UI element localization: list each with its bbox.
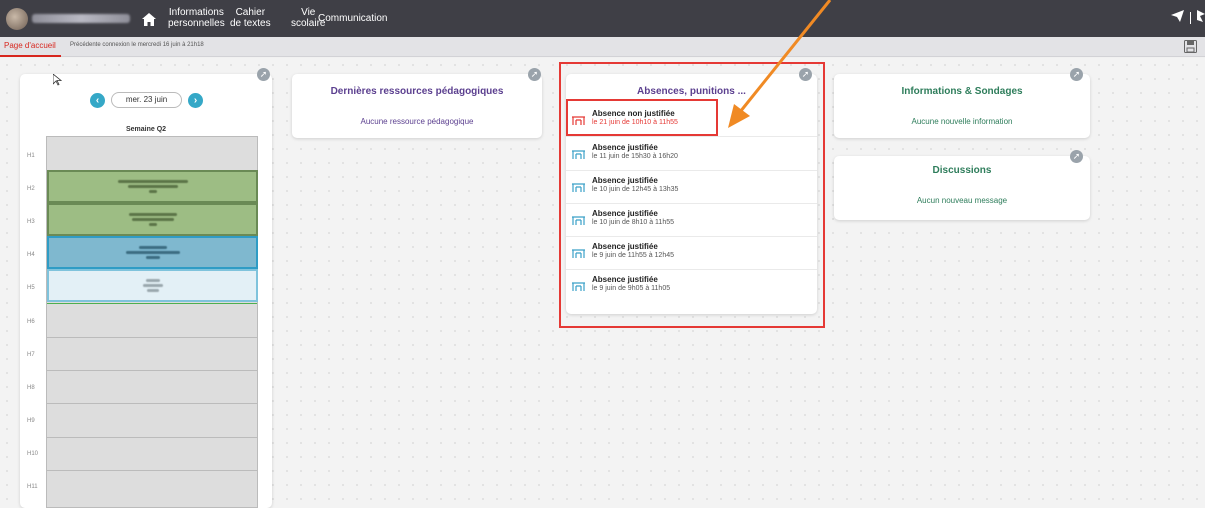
avatar bbox=[6, 7, 28, 30]
discussions-panel: ➚ Discussions Aucun nouveau message bbox=[834, 150, 1090, 220]
hour-label: H2 bbox=[27, 186, 35, 192]
informations-panel: ➚ Informations & Sondages Aucune nouvell… bbox=[834, 68, 1090, 138]
nav-cahier-de-textes[interactable]: Cahier de textes bbox=[230, 7, 271, 29]
highlight-unjustified-absence bbox=[566, 99, 718, 136]
informations-title: Informations & Sondages bbox=[901, 86, 1023, 97]
hour-label: H7 bbox=[27, 352, 35, 358]
top-right-tools bbox=[1171, 9, 1205, 27]
mouse-cursor-icon bbox=[53, 74, 62, 86]
nav-informations-personnelles[interactable]: Informations personnelles bbox=[168, 7, 225, 29]
resources-panel: ➚ Dernières ressources pédagogiques Aucu… bbox=[292, 68, 542, 138]
open-panel-icon[interactable]: ➚ bbox=[1070, 68, 1083, 81]
date-navigator: ‹ mer. 23 juin › bbox=[90, 92, 203, 108]
informations-empty-text: Aucune nouvelle information bbox=[911, 117, 1013, 126]
discussions-title: Discussions bbox=[932, 165, 992, 176]
discussions-empty-text: Aucun nouveau message bbox=[916, 196, 1008, 205]
open-panel-icon[interactable]: ➚ bbox=[257, 68, 270, 81]
top-nav-bar: Informations personnelles Cahier de text… bbox=[0, 0, 1205, 37]
hour-label: H11 bbox=[27, 484, 38, 490]
week-label: Semaine Q2 bbox=[125, 126, 167, 133]
nav-communication[interactable]: Communication bbox=[318, 13, 387, 24]
date-selector[interactable]: mer. 23 juin bbox=[111, 92, 182, 108]
hour-label: H10 bbox=[27, 451, 39, 457]
hour-label: H3 bbox=[27, 219, 35, 225]
tools-icon[interactable] bbox=[1197, 9, 1205, 27]
hour-label: H6 bbox=[27, 319, 35, 325]
divider bbox=[1190, 12, 1191, 24]
sub-bar: Page d'accueil Précédente connexion le m… bbox=[0, 37, 1205, 57]
open-panel-icon[interactable]: ➚ bbox=[528, 68, 541, 81]
hour-label: H9 bbox=[27, 418, 35, 424]
hour-label: H4 bbox=[27, 252, 35, 258]
resources-empty-text: Aucune ressource pédagogique bbox=[360, 117, 474, 126]
next-day-button[interactable]: › bbox=[188, 92, 203, 108]
course-block[interactable] bbox=[47, 170, 258, 203]
last-connection-text: Précédente connexion le mercredi 16 juin… bbox=[70, 42, 204, 48]
tab-page-accueil[interactable]: Page d'accueil bbox=[0, 37, 61, 57]
home-icon[interactable] bbox=[138, 8, 160, 30]
hour-label: H1 bbox=[27, 153, 35, 159]
annotation-arrow-icon bbox=[728, 0, 832, 128]
resources-title: Dernières ressources pédagogiques bbox=[330, 86, 504, 97]
course-block[interactable] bbox=[47, 269, 258, 302]
send-icon[interactable] bbox=[1171, 9, 1184, 27]
hour-label: H8 bbox=[27, 385, 35, 391]
previous-day-button[interactable]: ‹ bbox=[90, 92, 105, 108]
course-block[interactable] bbox=[47, 236, 258, 269]
open-panel-icon[interactable]: ➚ bbox=[1070, 150, 1083, 163]
hour-label: H5 bbox=[27, 285, 35, 291]
course-block[interactable] bbox=[47, 203, 258, 236]
user-name-blurred bbox=[32, 14, 130, 23]
save-icon[interactable] bbox=[1184, 40, 1197, 58]
user-profile[interactable] bbox=[6, 6, 134, 31]
timetable-panel: ➚ ‹ mer. 23 juin › Semaine Q2 H1 H2 H3 H… bbox=[20, 68, 272, 508]
